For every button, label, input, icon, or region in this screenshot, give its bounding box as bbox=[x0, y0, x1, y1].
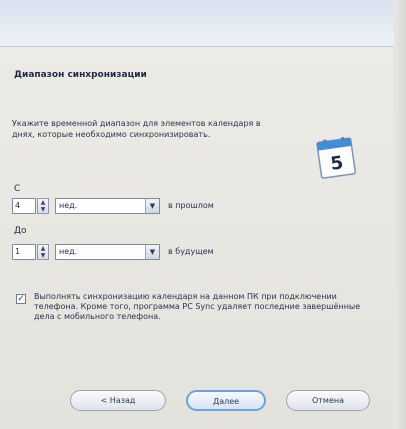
to-suffix: в будущем bbox=[168, 247, 214, 256]
from-suffix: в прошлом bbox=[168, 201, 214, 210]
from-label: С bbox=[14, 184, 21, 194]
page-title: Диапазон синхронизации bbox=[14, 70, 147, 80]
header-band bbox=[0, 0, 406, 47]
spin-down-icon[interactable]: ▼ bbox=[38, 252, 48, 259]
from-unit-value: нед. bbox=[59, 201, 78, 210]
calendar-icon: 5 bbox=[316, 137, 356, 179]
from-unit-select[interactable]: нед. ▼ bbox=[55, 198, 160, 214]
to-spinner[interactable]: ▲ ▼ bbox=[37, 244, 49, 260]
chevron-down-icon[interactable]: ▼ bbox=[145, 245, 159, 259]
from-number-input[interactable]: 4 bbox=[12, 198, 36, 214]
chevron-down-icon[interactable]: ▼ bbox=[145, 199, 159, 213]
to-unit-value: нед. bbox=[59, 247, 78, 256]
dialog-window bbox=[0, 0, 406, 429]
sync-option-label: Выполнять синхронизацию календаря на дан… bbox=[34, 292, 361, 321]
window-edge bbox=[394, 0, 406, 429]
description-text: Укажите временной диапазон для элементов… bbox=[12, 119, 261, 139]
to-label: До bbox=[14, 226, 27, 236]
to-unit-select[interactable]: нед. ▼ bbox=[55, 244, 160, 260]
spin-up-icon[interactable]: ▲ bbox=[38, 199, 48, 206]
spin-down-icon[interactable]: ▼ bbox=[38, 206, 48, 213]
spin-up-icon[interactable]: ▲ bbox=[38, 245, 48, 252]
back-button[interactable]: < Назад bbox=[70, 390, 166, 411]
next-button[interactable]: Далее bbox=[186, 390, 266, 411]
to-number-input[interactable]: 1 bbox=[12, 244, 36, 260]
cancel-button[interactable]: Отмена bbox=[286, 390, 370, 411]
from-spinner[interactable]: ▲ ▼ bbox=[37, 198, 49, 214]
sync-option-checkbox[interactable]: ✓ bbox=[16, 294, 26, 304]
